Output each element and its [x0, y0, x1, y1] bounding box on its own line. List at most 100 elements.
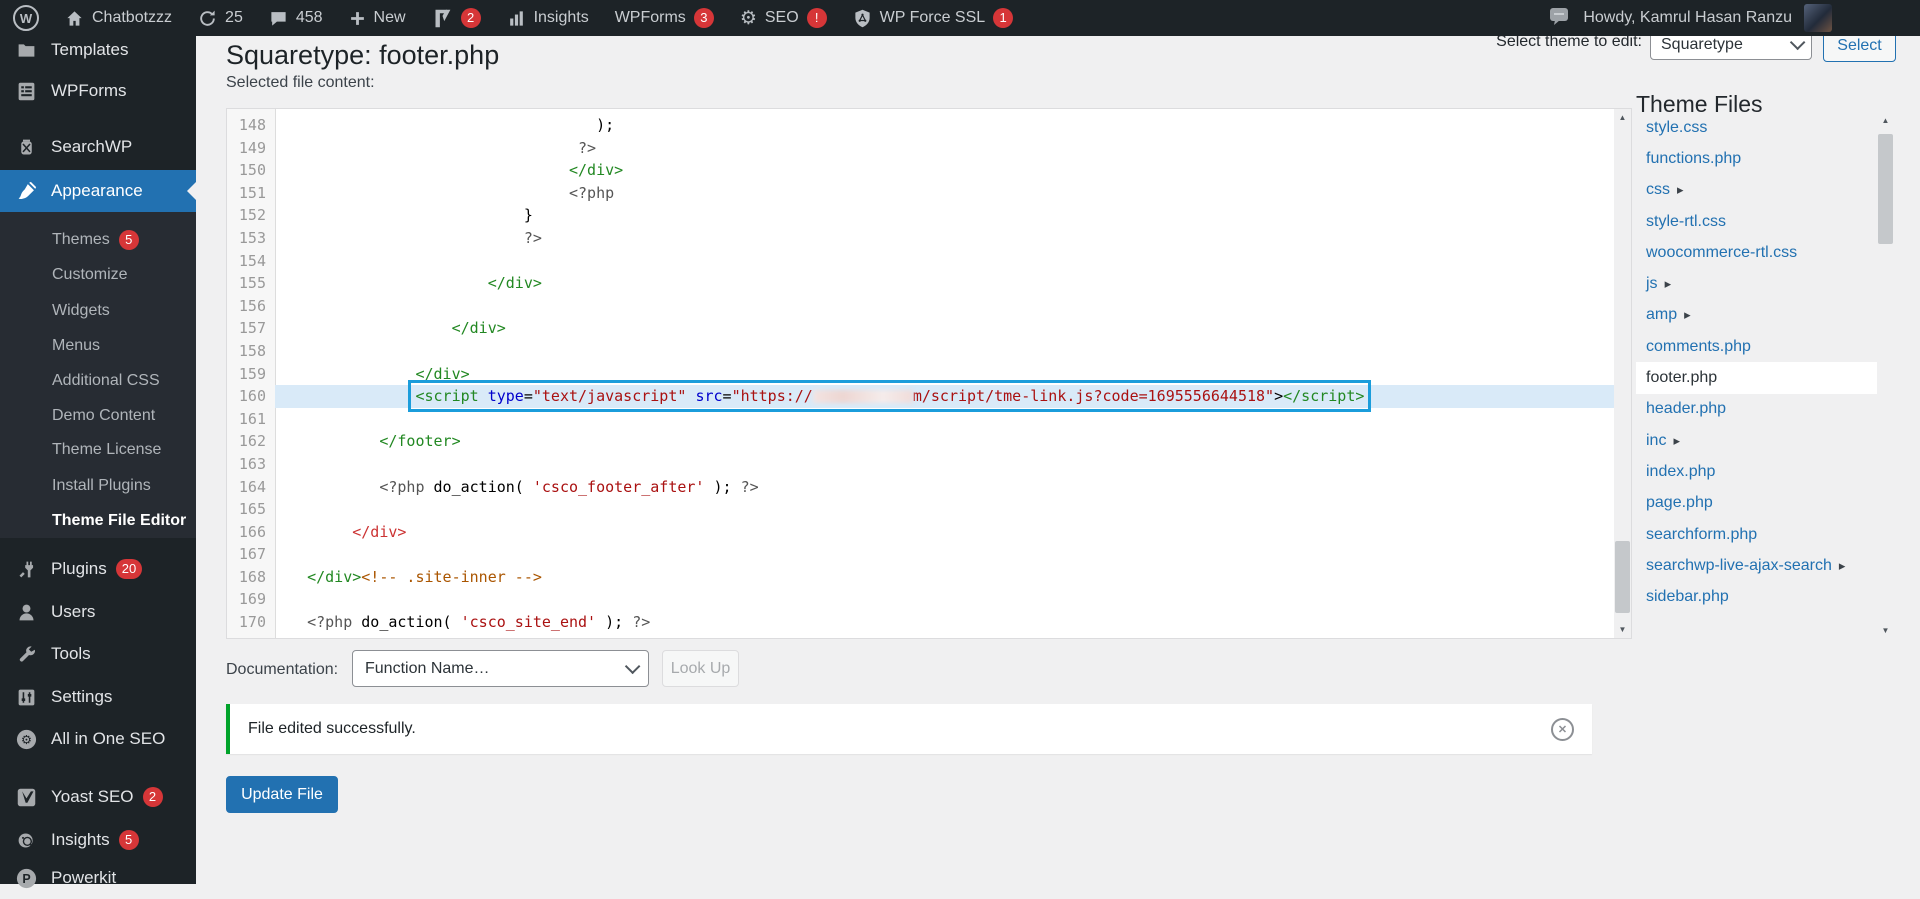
code-line[interactable]: 152 }	[227, 204, 1614, 227]
code-line[interactable]: 166 </div>	[227, 521, 1614, 544]
theme-file-item[interactable]: searchform.php	[1636, 519, 1877, 550]
sidebar-item-users[interactable]: Users	[0, 591, 196, 633]
function-name-dropdown[interactable]: Function Name…	[352, 650, 649, 687]
code-line[interactable]: 149 ?>	[227, 137, 1614, 160]
sidebar-item-yoast-seo[interactable]: Yoast SEO 2	[0, 776, 196, 818]
theme-file-link[interactable]: js	[1646, 275, 1658, 293]
theme-file-link[interactable]: searchform.php	[1646, 526, 1757, 544]
code-editor[interactable]: 148 );149 ?>150 </div>151 <?php152 }153	[226, 108, 1632, 639]
theme-file-link[interactable]: functions.php	[1646, 150, 1741, 168]
theme-file-link[interactable]: style.css	[1646, 119, 1707, 137]
theme-file-item[interactable]: css ▸	[1636, 175, 1877, 206]
sidebar-item-customize[interactable]: Customize	[0, 257, 196, 292]
code-line[interactable]: 169	[227, 588, 1614, 611]
theme-files-scrollbar[interactable]: ▲ ▼	[1877, 112, 1894, 639]
editor-scrollbar[interactable]: ▲ ▼	[1614, 109, 1631, 638]
theme-file-link[interactable]: page.php	[1646, 494, 1713, 512]
theme-file-item[interactable]: searchwp-live-ajax-search ▸	[1636, 550, 1877, 581]
comments-menu[interactable]: 458	[256, 0, 336, 36]
code-line[interactable]: 160 <script type="text/javascript" src="…	[227, 385, 1614, 408]
scroll-up-icon[interactable]: ▲	[1877, 112, 1894, 129]
theme-files-scrollbar-thumb[interactable]	[1878, 134, 1893, 244]
theme-file-item[interactable]: amp ▸	[1636, 300, 1877, 331]
theme-file-link[interactable]: css	[1646, 181, 1670, 199]
code-line[interactable]: 157 </div>	[227, 317, 1614, 340]
theme-file-link[interactable]: index.php	[1646, 463, 1715, 481]
code-line[interactable]: 170 <?php do_action( 'csco_site_end' ); …	[227, 611, 1614, 634]
code-line[interactable]: 155 </div>	[227, 272, 1614, 295]
scroll-down-icon[interactable]: ▼	[1614, 621, 1631, 638]
sidebar-item-appearance[interactable]: Appearance	[0, 170, 196, 212]
sidebar-item-install-plugins[interactable]: Install Plugins	[0, 468, 196, 503]
sidebar-item-widgets[interactable]: Widgets	[0, 293, 196, 328]
sidebar-item-additional-css[interactable]: Additional CSS	[0, 363, 196, 398]
code-line[interactable]: 164 <?php do_action( 'csco_footer_after'…	[227, 476, 1614, 499]
seo-menu[interactable]: ⚙ SEO !	[727, 0, 840, 36]
theme-file-item[interactable]: style.css	[1636, 112, 1877, 143]
updates-menu[interactable]: 25	[185, 0, 256, 36]
folder-expand-icon[interactable]: ▸	[1665, 276, 1672, 292]
theme-file-link[interactable]: woocommerce-rtl.css	[1646, 244, 1797, 262]
editor-scrollbar-thumb[interactable]	[1615, 541, 1630, 613]
sidebar-item-themes[interactable]: Themes 5	[0, 222, 196, 257]
folder-expand-icon[interactable]: ▸	[1684, 307, 1691, 323]
theme-file-link[interactable]: comments.php	[1646, 338, 1751, 356]
theme-file-item[interactable]: woocommerce-rtl.css	[1636, 237, 1877, 268]
sidebar-item-insights[interactable]: Insights 5	[0, 819, 196, 861]
theme-file-item[interactable]: comments.php	[1636, 331, 1877, 362]
wpforms-menu[interactable]: WPForms 3	[602, 0, 727, 36]
sidebar-item-tools[interactable]: Tools	[0, 633, 196, 675]
sidebar-item-plugins[interactable]: Plugins 20	[0, 548, 196, 590]
sidebar-item-demo-content[interactable]: Demo Content	[0, 398, 196, 433]
code-line[interactable]: 168 </div><!-- .site-inner -->	[227, 566, 1614, 589]
code-line[interactable]: 153 ?>	[227, 227, 1614, 250]
code-line[interactable]: 161	[227, 408, 1614, 431]
howdy-menu[interactable]: Howdy, Kamrul Hasan Ranzu	[1583, 9, 1792, 27]
sidebar-item-menus[interactable]: Menus	[0, 328, 196, 363]
code-line[interactable]: 156	[227, 295, 1614, 318]
dismiss-notice-icon[interactable]: ✕	[1551, 718, 1574, 741]
site-name-menu[interactable]: Chatbotzzz	[52, 0, 185, 36]
sidebar-item-theme-file-editor[interactable]: Theme File Editor	[0, 503, 196, 538]
theme-file-link[interactable]: sidebar.php	[1646, 588, 1729, 606]
folder-expand-icon[interactable]: ▸	[1839, 558, 1846, 574]
theme-file-item[interactable]: js ▸	[1636, 268, 1877, 299]
folder-expand-icon[interactable]: ▸	[1673, 433, 1680, 449]
theme-file-link[interactable]: style-rtl.css	[1646, 213, 1726, 231]
sidebar-item-settings[interactable]: Settings	[0, 676, 196, 718]
sidebar-item-powerkit[interactable]: P Powerkit	[0, 857, 196, 899]
scroll-up-icon[interactable]: ▲	[1614, 109, 1631, 126]
theme-file-link[interactable]: inc	[1646, 432, 1666, 450]
sidebar-item-wpforms[interactable]: WPForms	[0, 70, 196, 112]
theme-file-item[interactable]: index.php	[1636, 456, 1877, 487]
update-file-button[interactable]: Update File	[226, 776, 338, 813]
sidebar-item-all-in-one-seo[interactable]: ⚙ All in One SEO	[0, 718, 196, 760]
insights-menu[interactable]: Insights	[494, 0, 602, 36]
theme-file-item[interactable]: page.php	[1636, 488, 1877, 519]
code-line[interactable]: 154	[227, 250, 1614, 273]
yoast-menu[interactable]: 2	[419, 0, 494, 36]
avatar[interactable]	[1804, 4, 1832, 32]
wp-force-ssl-menu[interactable]: WP Force SSL 1	[840, 0, 1027, 36]
code-line[interactable]: 163	[227, 453, 1614, 476]
code-line[interactable]: 162 </footer>	[227, 430, 1614, 453]
theme-file-link[interactable]: amp	[1646, 306, 1677, 324]
code-line[interactable]: 158	[227, 340, 1614, 363]
theme-file-item[interactable]: sidebar.php	[1636, 581, 1877, 612]
folder-expand-icon[interactable]: ▸	[1677, 182, 1684, 198]
new-content-menu[interactable]: New	[336, 0, 419, 36]
theme-file-item[interactable]: header.php	[1636, 394, 1877, 425]
theme-file-link[interactable]: header.php	[1646, 400, 1726, 418]
code-line[interactable]: 167	[227, 543, 1614, 566]
theme-file-item[interactable]: inc ▸	[1636, 425, 1877, 456]
lookup-button[interactable]: Look Up	[662, 650, 739, 687]
sidebar-item-searchwp[interactable]: SearchWP	[0, 126, 196, 168]
theme-file-item[interactable]: footer.php	[1636, 362, 1877, 393]
code-line[interactable]: 150 </div>	[227, 159, 1614, 182]
theme-file-item[interactable]: functions.php	[1636, 143, 1877, 174]
code-line[interactable]: 159 </div>	[227, 363, 1614, 386]
theme-file-item[interactable]: style-rtl.css	[1636, 206, 1877, 237]
theme-file-link[interactable]: footer.php	[1646, 369, 1717, 387]
theme-file-link[interactable]: searchwp-live-ajax-search	[1646, 557, 1832, 575]
wordpress-menu[interactable]: W	[0, 0, 52, 36]
